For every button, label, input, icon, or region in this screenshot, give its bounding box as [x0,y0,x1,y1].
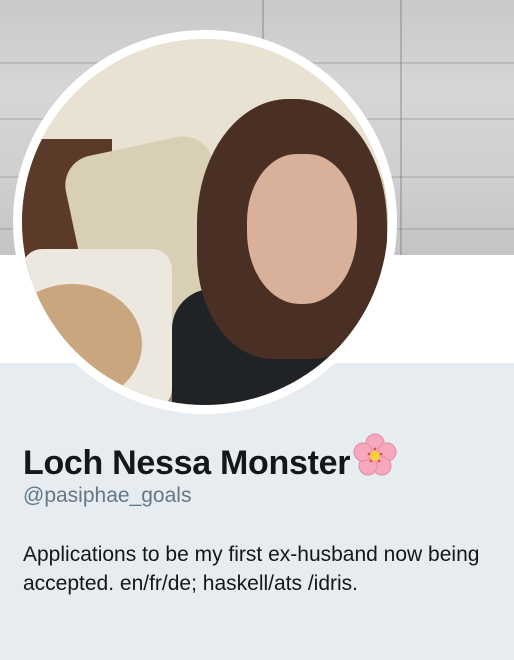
avatar-photo [22,39,388,405]
cherry-blossom-icon [352,432,398,487]
profile-bio: Applications to be my first ex-husband n… [23,543,480,595]
display-name[interactable]: Loch Nessa Monster [23,432,398,487]
profile-handle[interactable]: @pasiphae_goals [23,484,191,508]
photo-face [247,154,357,304]
display-name-text: Loch Nessa Monster [23,444,351,482]
avatar[interactable] [13,30,397,414]
banner-wood-seam [400,0,402,255]
profile-info-panel [0,363,514,660]
